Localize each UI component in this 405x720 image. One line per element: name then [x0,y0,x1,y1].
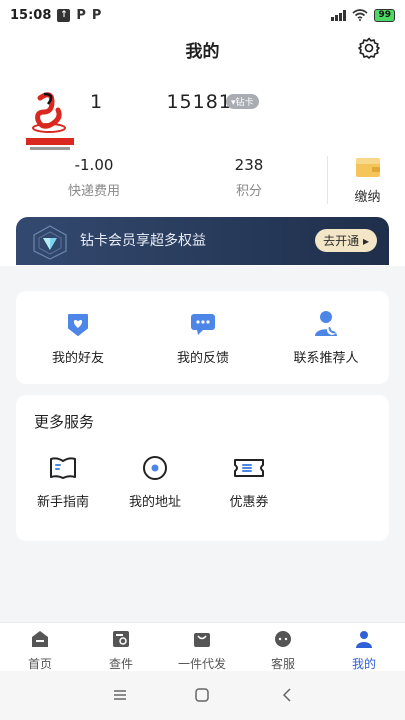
open-vip-button[interactable]: 去开通 ▸ [315,229,377,252]
stat-points[interactable]: 238 积分 [189,156,309,199]
gear-icon[interactable] [357,36,381,60]
pay-button[interactable]: 缴纳 [340,156,395,205]
my-friends-button[interactable]: 我的好友 [28,311,128,366]
page-title: 我的 [185,42,220,62]
wallet-icon [355,158,380,177]
stats-row: -1.00 快递费用 238 积分 缴纳 [0,156,405,206]
back-icon[interactable] [277,685,297,705]
quick-actions-card: 我的好友 我的反馈 联系推荐人 [16,291,389,384]
page-header: 我的 [0,30,405,66]
location-icon [143,456,167,480]
service-label: 优惠券 [229,495,269,510]
chat-icon [191,314,215,335]
stat-label: 快递费用 [67,184,120,199]
tab-label: 一件代发 [177,657,226,671]
tab-track[interactable]: 查件 [81,629,161,672]
signal-icon [331,9,347,21]
diamond-icon [33,225,67,260]
member-level-badge[interactable]: ▾钻卡 [226,94,259,109]
stat-shipping-fee[interactable]: -1.00 快递费用 [34,156,154,199]
book-icon [50,457,76,479]
beginner-guide-button[interactable]: 新手指南 [13,455,113,510]
notification-icons: ↑ P P [57,8,101,23]
heart-icon [68,314,88,336]
section-title: 更多服务 [34,413,95,431]
avatar[interactable] [22,88,78,154]
menu-icon[interactable] [110,685,130,705]
tab-dropship[interactable]: 一件代发 [162,629,242,672]
status-time: 15:08 [10,7,52,23]
divider [327,156,328,204]
home-icon [32,631,48,647]
chat-bubble-icon [275,631,291,647]
contact-referrer-button[interactable]: 联系推荐人 [276,309,376,366]
pay-label: 缴纳 [354,190,381,205]
ticket-icon [234,459,264,477]
vip-banner[interactable]: 钻卡会员享超多权益 去开通 ▸ [16,217,389,265]
tab-label: 客服 [270,657,295,671]
my-feedback-button[interactable]: 我的反馈 [153,311,253,366]
stat-label: 积分 [235,184,262,199]
tab-home[interactable]: 首页 [0,629,80,672]
home-button-icon[interactable] [192,685,212,705]
coupons-button[interactable]: 优惠券 [199,455,299,510]
system-nav-bar [0,671,405,720]
service-label: 我的地址 [128,495,181,510]
tab-mine[interactable]: 我的 [324,629,404,672]
quick-action-label: 我的好友 [51,351,104,366]
tab-label: 查件 [108,657,133,671]
quick-action-label: 我的反馈 [176,351,229,366]
user-phone-icon [315,311,337,336]
tab-customer-service[interactable]: 客服 [243,629,323,672]
more-services-card: 更多服务 新手指南 我的地址 优惠券 [16,395,389,541]
tab-label: 首页 [27,657,52,671]
vip-text: 钻卡会员享超多权益 [80,233,206,249]
phone-number: 1 15181 [90,91,232,113]
stat-value: 238 [234,156,264,174]
wifi-icon [352,9,368,21]
user-icon [356,631,372,648]
service-label: 新手指南 [36,495,89,510]
upload-icon: ↑ [57,8,71,22]
app-notification-icon: P [76,7,86,23]
app-notification-icon: P [91,7,102,23]
status-bar: 15:08 ↑ P P 99 [0,0,405,30]
bottom-tab-bar: 首页 查件 一件代发 客服 我的 [0,622,405,671]
stat-value: -1.00 [74,156,114,174]
tab-label: 我的 [351,657,376,671]
quick-action-label: 联系推荐人 [293,351,359,366]
search-package-icon [113,631,129,647]
my-address-button[interactable]: 我的地址 [105,455,205,510]
bag-icon [194,633,210,647]
battery-icon: 99 [374,8,395,22]
